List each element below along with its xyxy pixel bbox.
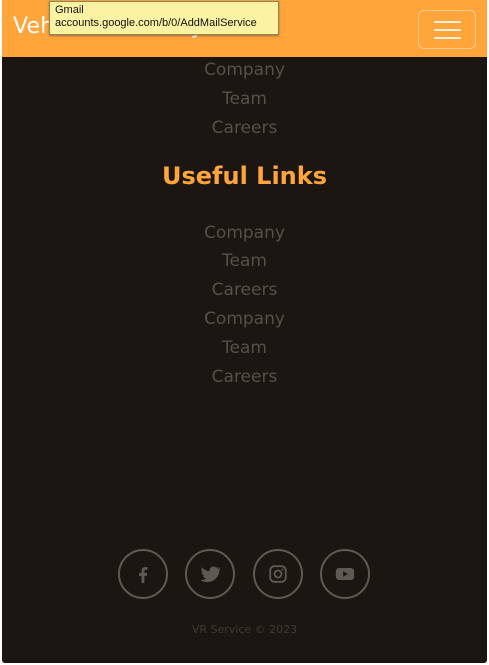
useful-links-heading: Useful Links [161,162,327,190]
useful-link-careers[interactable]: Careers [2,367,487,387]
menu-toggle-button[interactable] [418,10,476,49]
useful-link-company[interactable]: Company [2,223,487,243]
copyright-text: VR Service © 2023 [191,623,298,636]
youtube-icon [335,568,355,580]
instagram-icon [269,565,287,583]
facebook-button[interactable] [118,549,168,599]
footer-link-company[interactable]: Company [2,60,487,80]
youtube-button[interactable] [320,549,370,599]
useful-link-team[interactable]: Team [2,338,487,358]
page-frame: Vehicle Recovery Company Team Careers Us… [2,0,487,663]
instagram-button[interactable] [253,549,303,599]
hamburger-icon-line [434,37,461,39]
hamburger-icon [434,21,461,23]
useful-link-careers[interactable]: Careers [2,280,487,300]
useful-link-company[interactable]: Company [2,309,487,329]
hamburger-icon-line [434,29,461,31]
twitter-icon [200,566,221,583]
useful-link-team[interactable]: Team [2,251,487,271]
tooltip-title: Gmail [55,4,84,16]
social-links [118,549,370,599]
facebook-icon [139,566,148,584]
twitter-button[interactable] [185,549,235,599]
link-tooltip: Gmail accounts.google.com/b/0/AddMailSer… [49,1,279,35]
tooltip-url: accounts.google.com/b/0/AddMailService [55,17,257,29]
footer-link-team[interactable]: Team [2,89,487,109]
footer-link-careers[interactable]: Careers [2,118,487,138]
